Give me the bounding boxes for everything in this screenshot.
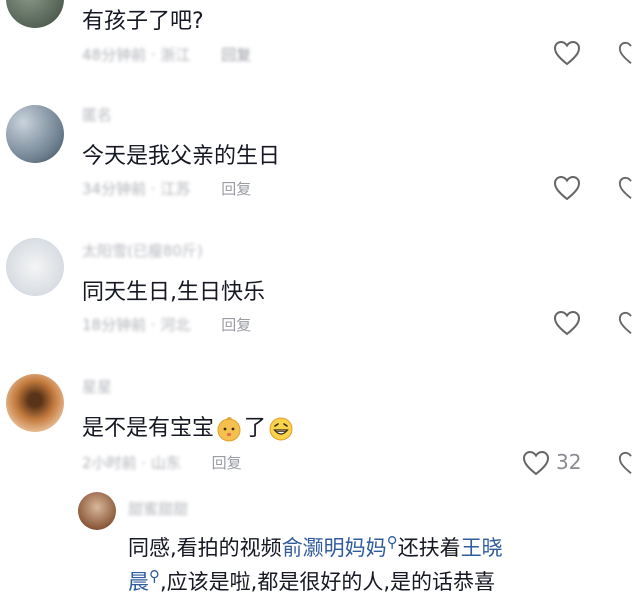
- comment-username[interactable]: 星星: [82, 376, 112, 397]
- mention-link[interactable]: 晨: [128, 570, 149, 594]
- heart-outline-icon[interactable]: [618, 310, 636, 336]
- reply-username[interactable]: 甜蜜甜甜: [128, 498, 188, 519]
- reply-button[interactable]: 回复: [221, 46, 251, 64]
- comment-meta: 34分钟前 · 江苏 回复: [82, 178, 251, 199]
- comment-text-after: 了: [244, 416, 267, 441]
- grin-emoji-icon: [268, 416, 294, 442]
- mention-link[interactable]: 王晓: [461, 536, 503, 560]
- comment-time-location: 34分钟前 · 江苏: [82, 180, 191, 198]
- reply-button[interactable]: 回复: [212, 454, 242, 472]
- comment-time-location: 18分钟前 · 河北: [82, 316, 191, 334]
- reply-button[interactable]: 回复: [221, 316, 251, 334]
- comment-meta: 18分钟前 · 河北 回复: [82, 314, 251, 335]
- reply-text-middle: 还扶着: [397, 536, 461, 560]
- like-count: 32: [556, 450, 582, 474]
- avatar[interactable]: [78, 492, 116, 530]
- heart-outline-icon[interactable]: [553, 40, 581, 66]
- comment-meta: 2小时前 · 山东 回复: [82, 452, 242, 473]
- heart-outline-icon[interactable]: [522, 450, 550, 476]
- avatar[interactable]: [6, 0, 64, 28]
- comment-text-before: 是不是有宝宝: [82, 416, 215, 441]
- comment-time-location: 2小时前 · 山东: [82, 454, 181, 472]
- heart-outline-icon[interactable]: [618, 40, 636, 66]
- heart-outline-icon[interactable]: [553, 175, 581, 201]
- avatar[interactable]: [6, 374, 64, 432]
- mention-link[interactable]: 俞灏明妈妈: [282, 536, 387, 560]
- comment-time-location: 48分钟前 · 浙江: [82, 46, 191, 64]
- avatar[interactable]: [6, 105, 64, 163]
- comment-text: 是不是有宝宝 了: [82, 410, 296, 442]
- reply-text-suffix: ,应该是啦,都是很好的人,是的话恭喜: [160, 570, 496, 594]
- comment-username[interactable]: 匿名: [82, 104, 112, 125]
- avatar[interactable]: [6, 238, 64, 296]
- heart-outline-icon[interactable]: [618, 175, 636, 201]
- comment-text: 同天生日,生日快乐: [82, 280, 265, 305]
- comment-text: 今天是我父亲的生日: [82, 144, 281, 169]
- reply-text-line2: 晨⚲,应该是啦,都是很好的人,是的话恭喜: [128, 566, 495, 596]
- reply-text-prefix: 同感,看拍的视频: [128, 536, 282, 560]
- search-icon[interactable]: ⚲: [387, 533, 398, 551]
- baby-emoji-icon: [216, 416, 242, 442]
- reply-text-line1: 同感,看拍的视频俞灏明妈妈⚲还扶着王晓: [128, 532, 503, 562]
- search-icon[interactable]: ⚲: [149, 567, 160, 585]
- reply-button[interactable]: 回复: [221, 180, 251, 198]
- comment-username[interactable]: 太阳雪(已瘦80斤): [82, 240, 203, 261]
- heart-outline-icon[interactable]: [618, 450, 636, 476]
- comment-meta: 48分钟前 · 浙江 回复: [82, 44, 251, 65]
- heart-outline-icon[interactable]: [553, 310, 581, 336]
- comment-text: 有孩子了吧?: [82, 9, 204, 34]
